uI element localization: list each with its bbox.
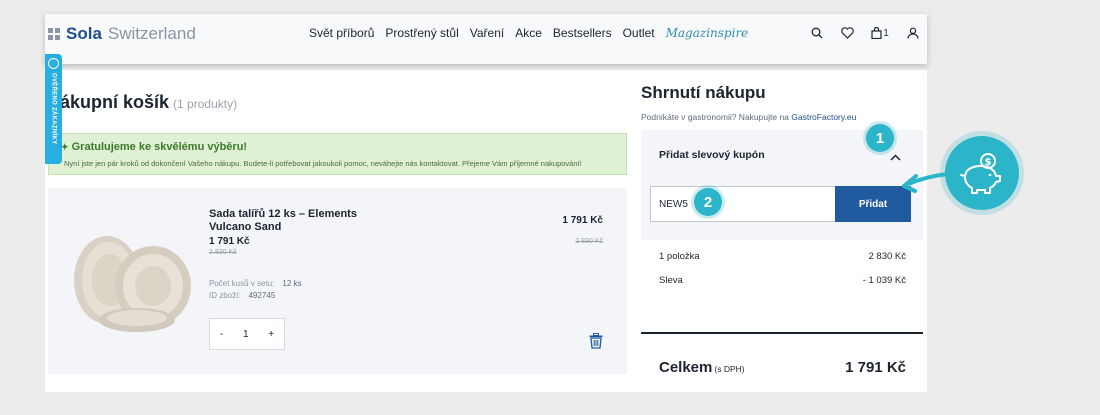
- nav-item-bestsellers[interactable]: Bestsellers: [553, 26, 612, 40]
- gastrofactory-link[interactable]: GastroFactory.eu: [791, 112, 856, 122]
- congrats-title: ✦ Gratulujeme ke skvělému výběru!: [61, 141, 247, 153]
- party-icon: ✦: [61, 142, 69, 152]
- logo-mark-icon: [48, 28, 60, 40]
- chevron-up-icon[interactable]: [890, 148, 901, 166]
- site-header: Sola Switzerland Svět příborů Prostřený …: [45, 14, 927, 64]
- line-total-price: 1 791 Kč: [562, 215, 603, 226]
- set-count-value: 12 ks: [282, 279, 302, 288]
- qty-plus-button[interactable]: +: [268, 329, 274, 340]
- logo-brand: Sola: [66, 24, 102, 43]
- congrats-text: Nyní jste jen pár kroků od dokončení Vaš…: [64, 159, 582, 168]
- badge-label: OVĚŘENO ZÁKAZNÍKY: [50, 73, 57, 145]
- coupon-toggle[interactable]: Přidat slevový kupón: [659, 149, 765, 161]
- product-id-label: ID zboží:: [209, 291, 241, 300]
- summary-items-label: 1 položka: [659, 251, 700, 262]
- header-actions: 1: [809, 25, 921, 41]
- coupon-input[interactable]: NEW5: [650, 186, 836, 222]
- user-icon[interactable]: [905, 25, 921, 41]
- product-price: 1 791 Kč: [209, 236, 250, 247]
- cart-page: ákupní košík (1 produkty) ✦ Gratulujeme k…: [45, 70, 927, 392]
- arrow-icon: [902, 172, 949, 193]
- product-old-price: 2 830 Kč: [209, 249, 237, 256]
- nav-item-prostreny-stul[interactable]: Prostřený stůl: [385, 26, 458, 40]
- logo[interactable]: Sola Switzerland: [48, 24, 196, 44]
- cart-icon[interactable]: 1: [869, 25, 891, 41]
- product-id: ID zboží: 492745: [209, 291, 275, 300]
- line-total-old-price: 2 830 Kč: [575, 238, 603, 245]
- summary-subtitle: Podnikáte v gastronomii? Nakupujte na Ga…: [641, 112, 856, 122]
- total-label-group: Celkem (s DPH): [659, 359, 745, 376]
- nav-item-svet-priboru[interactable]: Svět příborů: [309, 26, 374, 40]
- cart-title-text: ákupní košík: [60, 92, 170, 112]
- congrats-banner: ✦ Gratulujeme ke skvělému výběru! Nyní j…: [48, 133, 627, 175]
- summary-discount-value: - 1 039 Kč: [862, 275, 906, 286]
- total-value: 1 791 Kč: [845, 359, 906, 376]
- search-icon[interactable]: [809, 25, 825, 41]
- step-marker-2: 2: [694, 188, 722, 216]
- main-nav: Svět příborů Prostřený stůl Vaření Akce …: [309, 26, 748, 40]
- nav-item-vareni[interactable]: Vaření: [470, 26, 504, 40]
- summary-items-value: 2 830 Kč: [868, 251, 907, 262]
- nav-item-outlet[interactable]: Outlet: [623, 26, 655, 40]
- cart-item: Sada talířů 12 ks – Elements Vulcano San…: [48, 188, 627, 374]
- step-marker-1: 1: [866, 124, 894, 152]
- piggy-bank-icon: $: [945, 136, 1019, 210]
- cart-product-count: (1 produkty): [173, 97, 238, 111]
- summary-subtitle-text: Podnikáte v gastronomii? Nakupujte na: [641, 112, 789, 122]
- summary-row-discount: Sleva - 1 039 Kč: [659, 275, 906, 286]
- summary-title: Shrnutí nákupu: [641, 83, 766, 102]
- cart-count: 1: [883, 27, 889, 39]
- quantity-stepper: - 1 +: [209, 318, 285, 350]
- congrats-title-text: Gratulujeme ke skvělému výběru!: [71, 141, 248, 153]
- summary-row-items: 1 položka 2 830 Kč: [659, 251, 906, 262]
- nav-item-magazine[interactable]: Magazinspire: [666, 26, 749, 40]
- verified-icon: [48, 58, 59, 69]
- product-id-value: 492745: [248, 291, 276, 300]
- nav-item-akce[interactable]: Akce: [515, 26, 542, 40]
- product-image[interactable]: [73, 228, 203, 338]
- qty-minus-button[interactable]: -: [220, 329, 223, 340]
- heart-icon[interactable]: [839, 25, 855, 41]
- set-count-label: Počet kusů v setu:: [209, 279, 275, 288]
- product-set-count: Počet kusů v setu: 12 ks: [209, 279, 302, 288]
- verified-customers-badge[interactable]: OVĚŘENO ZÁKAZNÍKY: [45, 54, 62, 164]
- total-vat-note: (s DPH): [714, 364, 745, 374]
- summary-discount-label: Sleva: [659, 275, 683, 286]
- summary-divider: [641, 332, 923, 334]
- summary-total: Celkem (s DPH) 1 791 Kč: [659, 359, 906, 376]
- product-name[interactable]: Sada talířů 12 ks – Elements Vulcano San…: [209, 208, 369, 234]
- qty-value[interactable]: 1: [243, 329, 249, 340]
- trash-icon[interactable]: [589, 333, 603, 354]
- logo-rest: Switzerland: [107, 24, 196, 43]
- page-title: ákupní košík (1 produkty): [60, 92, 237, 113]
- total-label: Celkem: [659, 359, 713, 376]
